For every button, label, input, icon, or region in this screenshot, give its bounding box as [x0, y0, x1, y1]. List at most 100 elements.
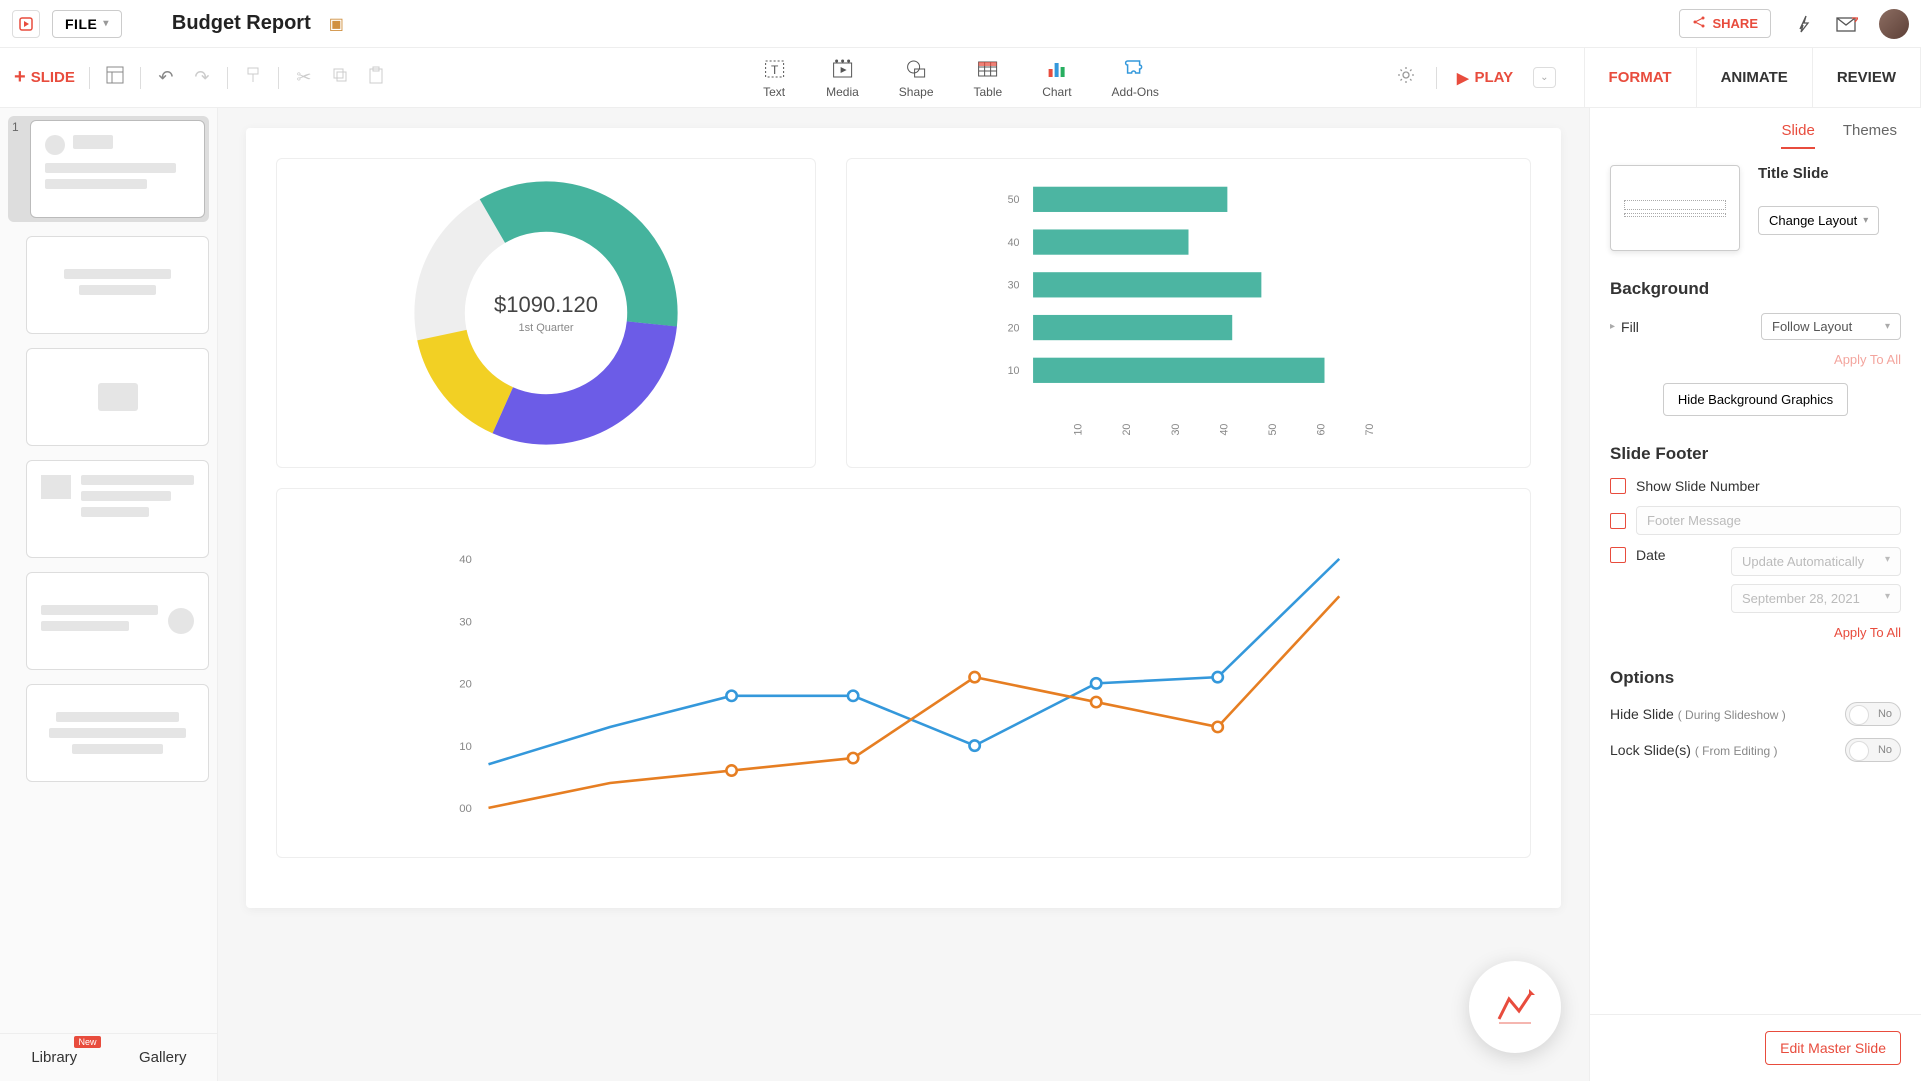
slides-panel: 1: [0, 108, 218, 1081]
tab-format[interactable]: FORMAT: [1585, 48, 1697, 108]
divider: [1436, 67, 1437, 89]
add-slide-button[interactable]: + SLIDE: [14, 66, 75, 89]
svg-text:50: 50: [1267, 424, 1279, 436]
svg-text:40: 40: [1008, 237, 1020, 249]
date-checkbox[interactable]: [1610, 547, 1626, 563]
donut-value: $1090.120: [494, 292, 598, 318]
play-label: PLAY: [1475, 69, 1514, 86]
right-panel: Slide Themes Title Slide Change Layout ▾…: [1589, 108, 1921, 1081]
slide-number: 1: [12, 120, 24, 218]
tab-animate[interactable]: ANIMATE: [1697, 48, 1813, 108]
hide-slide-sub: ( During Slideshow ): [1678, 708, 1786, 722]
date-label: Date: [1636, 547, 1666, 563]
gallery-tab[interactable]: Gallery: [109, 1034, 218, 1081]
slide-thumb[interactable]: [8, 236, 209, 334]
subtab-slide[interactable]: Slide: [1781, 122, 1814, 149]
hide-bg-graphics-button[interactable]: Hide Background Graphics: [1663, 383, 1848, 416]
footer-message-checkbox[interactable]: [1610, 513, 1626, 529]
file-menu-button[interactable]: FILE ▾: [52, 10, 122, 38]
footer-section-title: Slide Footer: [1610, 444, 1901, 464]
slide-thumb[interactable]: [8, 348, 209, 446]
paste-icon[interactable]: [365, 66, 387, 89]
tool-label: Shape: [899, 85, 934, 99]
subtab-themes[interactable]: Themes: [1843, 122, 1897, 149]
file-menu-label: FILE: [65, 16, 97, 32]
divider: [140, 67, 141, 89]
donut-label: 1st Quarter: [494, 322, 598, 334]
show-slide-number-checkbox[interactable]: [1610, 478, 1626, 494]
insert-table-button[interactable]: Table: [974, 57, 1003, 99]
library-tab[interactable]: Library New: [0, 1034, 109, 1081]
toolbar: + SLIDE ↶ ↷ ✂ T Text Media: [0, 48, 1921, 108]
play-icon: ▶: [1457, 69, 1469, 87]
slide-thumb[interactable]: [8, 684, 209, 782]
lock-slide-sub: ( From Editing ): [1695, 744, 1778, 758]
app-logo-icon[interactable]: [12, 10, 40, 38]
insert-chart-button[interactable]: Chart: [1042, 57, 1071, 99]
hide-slide-toggle[interactable]: No: [1845, 702, 1901, 726]
tool-label: Text: [763, 85, 785, 99]
share-button[interactable]: SHARE: [1679, 9, 1771, 38]
insert-media-button[interactable]: Media: [826, 57, 859, 99]
new-badge: New: [74, 1036, 100, 1048]
insert-addons-button[interactable]: Add-Ons: [1112, 57, 1159, 99]
divider: [278, 67, 279, 89]
apply-to-all-link[interactable]: Apply To All: [1610, 352, 1901, 367]
insert-shape-button[interactable]: Shape: [899, 57, 934, 99]
insert-text-button[interactable]: T Text: [762, 57, 786, 99]
background-section-title: Background: [1610, 279, 1901, 299]
chevron-down-icon: ▾: [103, 18, 109, 29]
tab-review[interactable]: REVIEW: [1813, 48, 1921, 108]
play-button[interactable]: ▶ PLAY: [1457, 69, 1513, 87]
play-dropdown-button[interactable]: ⌄: [1533, 67, 1555, 88]
lock-slide-toggle[interactable]: No: [1845, 738, 1901, 762]
slide-thumb[interactable]: [8, 460, 209, 558]
svg-text:20: 20: [1008, 322, 1020, 334]
add-slide-label: SLIDE: [31, 69, 75, 86]
document-title[interactable]: Budget Report: [172, 12, 311, 35]
slide-canvas[interactable]: $1090.120 1st Quarter 5040302010 1020304…: [246, 128, 1561, 908]
svg-text:70: 70: [1364, 424, 1376, 436]
gear-icon[interactable]: [1396, 65, 1416, 90]
svg-text:30: 30: [459, 616, 472, 628]
folder-icon[interactable]: ▣: [329, 14, 344, 34]
svg-text:40: 40: [459, 554, 472, 566]
layout-grid-icon[interactable]: [104, 66, 126, 89]
top-bar: FILE ▾ Budget Report ▣ SHARE: [0, 0, 1921, 48]
date-value-select[interactable]: September 28, 2021▾: [1731, 584, 1901, 613]
donut-chart[interactable]: $1090.120 1st Quarter: [276, 158, 816, 468]
bell-icon[interactable]: [1791, 12, 1815, 36]
copy-icon[interactable]: [329, 67, 351, 88]
svg-text:00: 00: [459, 803, 472, 815]
apply-to-all-link[interactable]: Apply To All: [1610, 625, 1901, 640]
divider: [227, 67, 228, 89]
redo-icon[interactable]: ↷: [191, 67, 213, 88]
slide-thumb[interactable]: 1: [8, 116, 209, 222]
svg-text:T: T: [770, 63, 778, 77]
fill-select[interactable]: Follow Layout ▾: [1761, 313, 1901, 340]
user-avatar[interactable]: [1879, 9, 1909, 39]
line-chart[interactable]: 0010203040: [276, 488, 1531, 858]
bar-chart[interactable]: 5040302010 10203040506070: [846, 158, 1531, 468]
fill-value: Follow Layout: [1772, 319, 1852, 334]
date-mode-select[interactable]: Update Automatically▾: [1731, 547, 1901, 576]
footer-message-input[interactable]: Footer Message: [1636, 506, 1901, 535]
mail-icon[interactable]: [1835, 12, 1859, 36]
chevron-down-icon: ▾: [1885, 321, 1890, 332]
slide-thumb[interactable]: [8, 572, 209, 670]
layout-preview[interactable]: [1610, 165, 1740, 251]
expand-arrow-icon[interactable]: ▸: [1610, 321, 1615, 332]
edit-master-slide-button[interactable]: Edit Master Slide: [1765, 1031, 1901, 1065]
show-slide-number-label: Show Slide Number: [1636, 478, 1760, 494]
fab-analytics-button[interactable]: [1469, 961, 1561, 1053]
format-painter-icon[interactable]: [242, 66, 264, 89]
options-section-title: Options: [1610, 668, 1901, 688]
undo-icon[interactable]: ↶: [155, 67, 177, 88]
tool-label: Chart: [1042, 85, 1071, 99]
change-layout-button[interactable]: Change Layout ▾: [1758, 206, 1879, 235]
plus-icon: +: [14, 66, 26, 89]
svg-text:10: 10: [1008, 365, 1020, 377]
cut-icon[interactable]: ✂: [293, 67, 315, 88]
tool-label: Add-Ons: [1112, 85, 1159, 99]
svg-text:20: 20: [1121, 424, 1133, 436]
